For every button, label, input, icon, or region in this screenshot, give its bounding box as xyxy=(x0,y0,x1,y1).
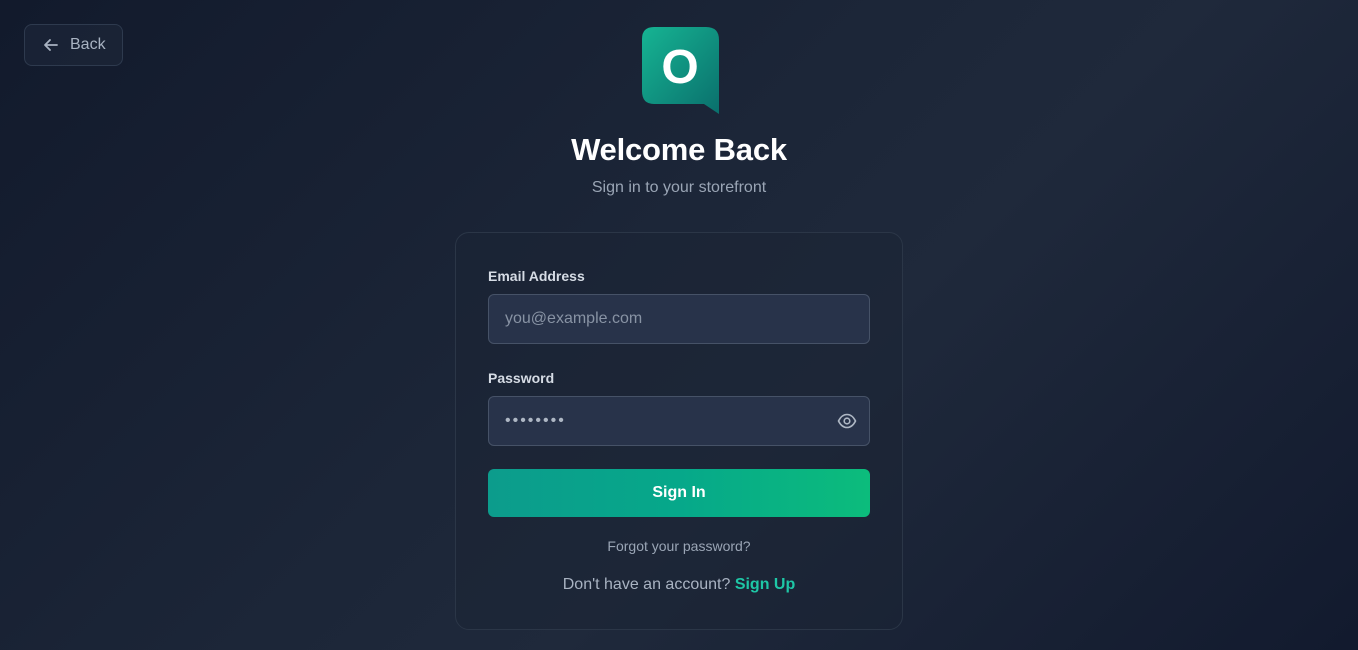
arrow-left-icon xyxy=(42,36,60,54)
back-button[interactable]: Back xyxy=(24,24,123,66)
eye-icon[interactable] xyxy=(836,410,858,432)
brand-logo: O xyxy=(642,27,720,114)
email-field-wrapper xyxy=(488,294,870,344)
page-subtitle: Sign in to your storefront xyxy=(591,179,767,196)
logo-letter: O xyxy=(661,41,698,94)
page-title: Welcome Back xyxy=(571,132,787,167)
sign-up-link[interactable]: Sign Up xyxy=(735,576,795,593)
signup-prompt-line: Don't have an account? Sign Up xyxy=(456,576,902,594)
password-label: Password xyxy=(488,370,555,386)
password-field-wrapper xyxy=(488,396,870,446)
back-label: Back xyxy=(70,36,106,53)
forgot-password-link[interactable]: Forgot your password? xyxy=(456,538,902,554)
email-field[interactable] xyxy=(489,295,869,343)
email-label: Email Address xyxy=(488,268,585,284)
sign-in-button[interactable]: Sign In xyxy=(488,469,870,517)
password-field[interactable] xyxy=(489,397,836,445)
signup-prompt: Don't have an account? xyxy=(562,576,731,593)
signin-card: Email Address Password Sign In Forgot yo… xyxy=(455,232,903,630)
